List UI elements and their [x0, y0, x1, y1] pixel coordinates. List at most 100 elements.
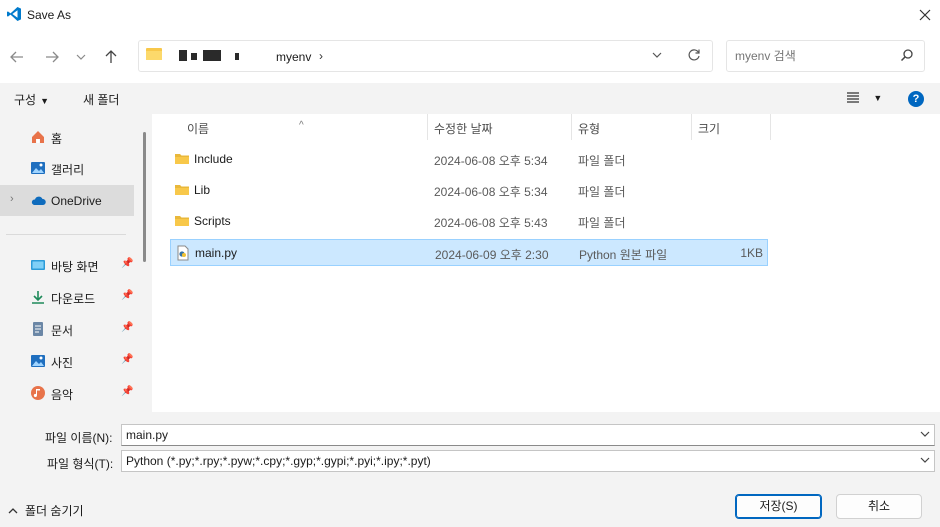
file-row-lib[interactable]: Lib 2024-06-08 오후 5:34 파일 폴더 [170, 177, 768, 204]
refresh-icon[interactable] [687, 48, 701, 62]
download-icon [32, 291, 44, 304]
redacted-path [191, 53, 197, 60]
nav-item-gallery[interactable]: 갤러리 [0, 152, 134, 183]
file-date: 2024-06-08 오후 5:34 [434, 185, 548, 199]
caret-down-icon: ▼ [40, 96, 50, 106]
back-button[interactable] [6, 46, 28, 68]
filename-label: 파일 이름(N): [45, 431, 113, 445]
file-name: Include [194, 152, 233, 166]
view-options-button[interactable]: ▼ [846, 90, 882, 107]
column-header-date[interactable]: 수정한 날짜 [434, 120, 493, 137]
arrow-left-icon [10, 51, 23, 63]
vscode-icon [7, 7, 21, 21]
chevron-up-icon [8, 507, 18, 513]
address-row: myenv › [0, 30, 940, 83]
search-input[interactable] [735, 47, 895, 65]
nav-item-home[interactable]: 홈 [0, 121, 134, 152]
file-type: 파일 폴더 [578, 216, 626, 230]
arrow-up-icon [105, 50, 117, 63]
pin-icon[interactable]: 📌 [121, 354, 133, 365]
column-header-name[interactable]: 이름 [187, 120, 209, 137]
redacted-path [203, 50, 221, 61]
file-name: main.py [195, 246, 238, 260]
filename-combobox[interactable] [121, 424, 935, 446]
nav-item-label: 음악 [51, 388, 74, 402]
pin-icon[interactable]: 📌 [121, 386, 133, 397]
pin-icon[interactable]: 📌 [121, 290, 133, 301]
pictures-icon [31, 355, 45, 367]
filetype-value: Python (*.py;*.rpy;*.pyw;*.cpy;*.gyp;*.g… [126, 454, 431, 468]
file-date: 2024-06-08 오후 5:43 [434, 216, 548, 230]
chevron-down-icon[interactable] [920, 455, 930, 465]
window-title: Save As [27, 8, 72, 22]
chevron-down-icon[interactable] [651, 49, 663, 61]
new-folder-button[interactable]: 새 폴더 [83, 91, 119, 108]
filetype-select[interactable]: Python (*.py;*.rpy;*.pyw;*.cpy;*.gyp;*.g… [121, 450, 935, 472]
organize-label: 구성 [14, 93, 37, 107]
command-bar: 구성 ▼ 새 폴더 ▼ ? [0, 83, 940, 114]
title-bar: Save As [0, 0, 940, 30]
nav-item-desktop[interactable]: 바탕 화면 📌 [0, 249, 134, 280]
breadcrumb-chevron-icon[interactable]: › [319, 49, 323, 63]
redacted-path [179, 50, 187, 61]
search-icon [900, 49, 913, 62]
file-list[interactable]: ^ 이름 수정한 날짜 유형 크기 Include 2024-06-08 오후 … [152, 114, 940, 412]
arrow-right-icon [46, 51, 59, 63]
scrollbar[interactable] [143, 132, 146, 262]
cloud-icon [31, 196, 46, 205]
hide-folders-button[interactable]: 폴더 숨기기 [8, 502, 84, 519]
help-button[interactable]: ? [908, 91, 924, 107]
file-type: Python 원본 파일 [579, 248, 668, 262]
divider [691, 114, 692, 140]
file-date: 2024-06-09 오후 2:30 [435, 248, 549, 262]
file-date: 2024-06-08 오후 5:34 [434, 154, 548, 168]
nav-item-label: 바탕 화면 [51, 260, 99, 274]
file-row-include[interactable]: Include 2024-06-08 오후 5:34 파일 폴더 [170, 146, 768, 173]
python-file-icon [177, 245, 189, 261]
filetype-label: 파일 형식(T): [47, 457, 114, 471]
file-name: Lib [194, 183, 211, 197]
nav-item-label: 홈 [51, 132, 63, 146]
column-header-size[interactable]: 크기 [698, 120, 720, 137]
home-icon [32, 131, 44, 143]
nav-item-pictures[interactable]: 사진 📌 [0, 345, 134, 376]
redacted-path [235, 53, 239, 60]
divider [770, 114, 771, 140]
search-box[interactable] [726, 40, 925, 72]
column-header-type[interactable]: 유형 [578, 120, 600, 137]
sort-ascending-icon: ^ [299, 120, 304, 131]
chevron-down-icon[interactable] [920, 429, 930, 439]
nav-item-music[interactable]: 음악 📌 [0, 377, 134, 408]
save-button[interactable]: 저장(S) [735, 494, 822, 519]
file-name: Scripts [194, 214, 231, 228]
address-bar[interactable]: myenv › [138, 40, 713, 72]
pin-icon[interactable]: 📌 [121, 322, 133, 333]
breadcrumb-myenv[interactable]: myenv [276, 50, 311, 64]
hide-folders-label: 폴더 숨기기 [25, 504, 84, 518]
nav-item-label: 문서 [51, 324, 74, 338]
chevron-down-icon [76, 54, 86, 60]
divider [571, 114, 572, 140]
organize-button[interactable]: 구성 ▼ [14, 91, 49, 108]
nav-item-label: 갤러리 [51, 163, 85, 177]
nav-item-documents[interactable]: 문서 📌 [0, 313, 134, 344]
divider [427, 114, 428, 140]
up-button[interactable] [100, 46, 122, 68]
nav-item-label: OneDrive [51, 194, 102, 208]
nav-item-label: 사진 [51, 356, 74, 370]
recent-locations-button[interactable] [72, 46, 90, 68]
nav-item-onedrive[interactable]: › OneDrive [0, 185, 134, 216]
nav-item-downloads[interactable]: 다운로드 📌 [0, 281, 134, 312]
file-row-scripts[interactable]: Scripts 2024-06-08 오후 5:43 파일 폴더 [170, 208, 768, 235]
nav-item-label: 다운로드 [51, 292, 96, 306]
close-button[interactable] [910, 0, 940, 30]
forward-button[interactable] [41, 46, 63, 68]
file-row-main-py[interactable]: main.py 2024-06-09 오후 2:30 Python 원본 파일 … [170, 239, 768, 266]
folder-icon [146, 48, 162, 60]
filename-input[interactable] [126, 428, 906, 442]
file-size: 1KB [740, 246, 763, 260]
cancel-button[interactable]: 취소 [836, 494, 922, 519]
pin-icon[interactable]: 📌 [121, 258, 133, 269]
chevron-right-icon[interactable]: › [10, 193, 14, 205]
divider [6, 234, 126, 235]
